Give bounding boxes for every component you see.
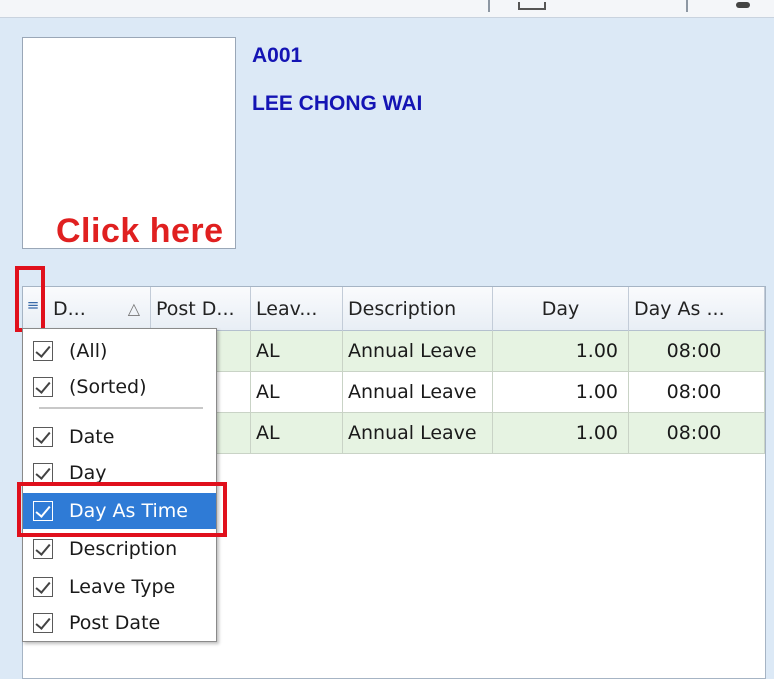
menu-item-post-date[interactable]: Post Date bbox=[23, 605, 216, 641]
menu-item-label: Leave Type bbox=[69, 576, 176, 598]
menu-separator bbox=[39, 407, 203, 409]
menu-item-label: Day bbox=[69, 462, 107, 484]
top-toolbar bbox=[0, 0, 774, 18]
column-header-description[interactable]: Description bbox=[343, 287, 493, 331]
toolbar-separator bbox=[686, 0, 688, 12]
cell-leave-type[interactable]: AL bbox=[251, 413, 343, 453]
cell-description[interactable]: Annual Leave bbox=[343, 413, 493, 453]
menu-item-label: Post Date bbox=[69, 612, 161, 634]
cell-description[interactable]: Annual Leave bbox=[343, 331, 493, 371]
grid-header: D... △ Post D... Leav... Description Day… bbox=[23, 287, 765, 331]
cell-day-as-time[interactable]: 08:00 bbox=[629, 331, 765, 371]
cell-day-as-time[interactable]: 08:00 bbox=[629, 372, 765, 412]
menu-item-label: Description bbox=[69, 538, 178, 560]
checkbox-icon[interactable] bbox=[33, 463, 53, 483]
employee-name: LEE CHONG WAI bbox=[252, 92, 423, 115]
toolbar-button[interactable] bbox=[518, 2, 546, 10]
checkbox-icon[interactable] bbox=[33, 341, 53, 361]
menu-item-leave-type[interactable]: Leave Type bbox=[23, 569, 216, 605]
highlight-box bbox=[17, 482, 227, 537]
checkbox-icon[interactable] bbox=[33, 427, 53, 447]
menu-item-label: (Sorted) bbox=[69, 376, 147, 398]
column-header-label: D... bbox=[53, 298, 86, 320]
toolbar-separator bbox=[488, 0, 490, 12]
menu-item-all[interactable]: (All) bbox=[23, 333, 216, 369]
cell-day[interactable]: 1.00 bbox=[493, 413, 629, 453]
cell-description[interactable]: Annual Leave bbox=[343, 372, 493, 412]
cell-day-as-time[interactable]: 08:00 bbox=[629, 413, 765, 453]
column-header-leave-type[interactable]: Leav... bbox=[251, 287, 343, 331]
checkbox-icon[interactable] bbox=[33, 539, 53, 559]
column-header-post-date[interactable]: Post D... bbox=[151, 287, 251, 331]
click-here-annotation: Click here bbox=[56, 212, 224, 250]
checkbox-icon[interactable] bbox=[33, 577, 53, 597]
menu-item-date[interactable]: Date bbox=[23, 419, 216, 455]
menu-item-label: (All) bbox=[69, 340, 108, 362]
menu-item-label: Date bbox=[69, 426, 115, 448]
cell-day[interactable]: 1.00 bbox=[493, 372, 629, 412]
highlight-box-icon bbox=[15, 266, 45, 332]
column-header-day[interactable]: Day bbox=[493, 287, 629, 331]
menu-item-sorted[interactable]: (Sorted) bbox=[23, 369, 216, 405]
employee-code: A001 bbox=[252, 44, 303, 67]
checkbox-icon[interactable] bbox=[33, 613, 53, 633]
toolbar-icon[interactable] bbox=[736, 2, 750, 8]
cell-leave-type[interactable]: AL bbox=[251, 331, 343, 371]
sort-ascending-icon: △ bbox=[127, 299, 140, 318]
cell-leave-type[interactable]: AL bbox=[251, 372, 343, 412]
checkbox-icon[interactable] bbox=[33, 377, 53, 397]
cell-day[interactable]: 1.00 bbox=[493, 331, 629, 371]
column-header-day-as-time[interactable]: Day As ... bbox=[629, 287, 765, 331]
